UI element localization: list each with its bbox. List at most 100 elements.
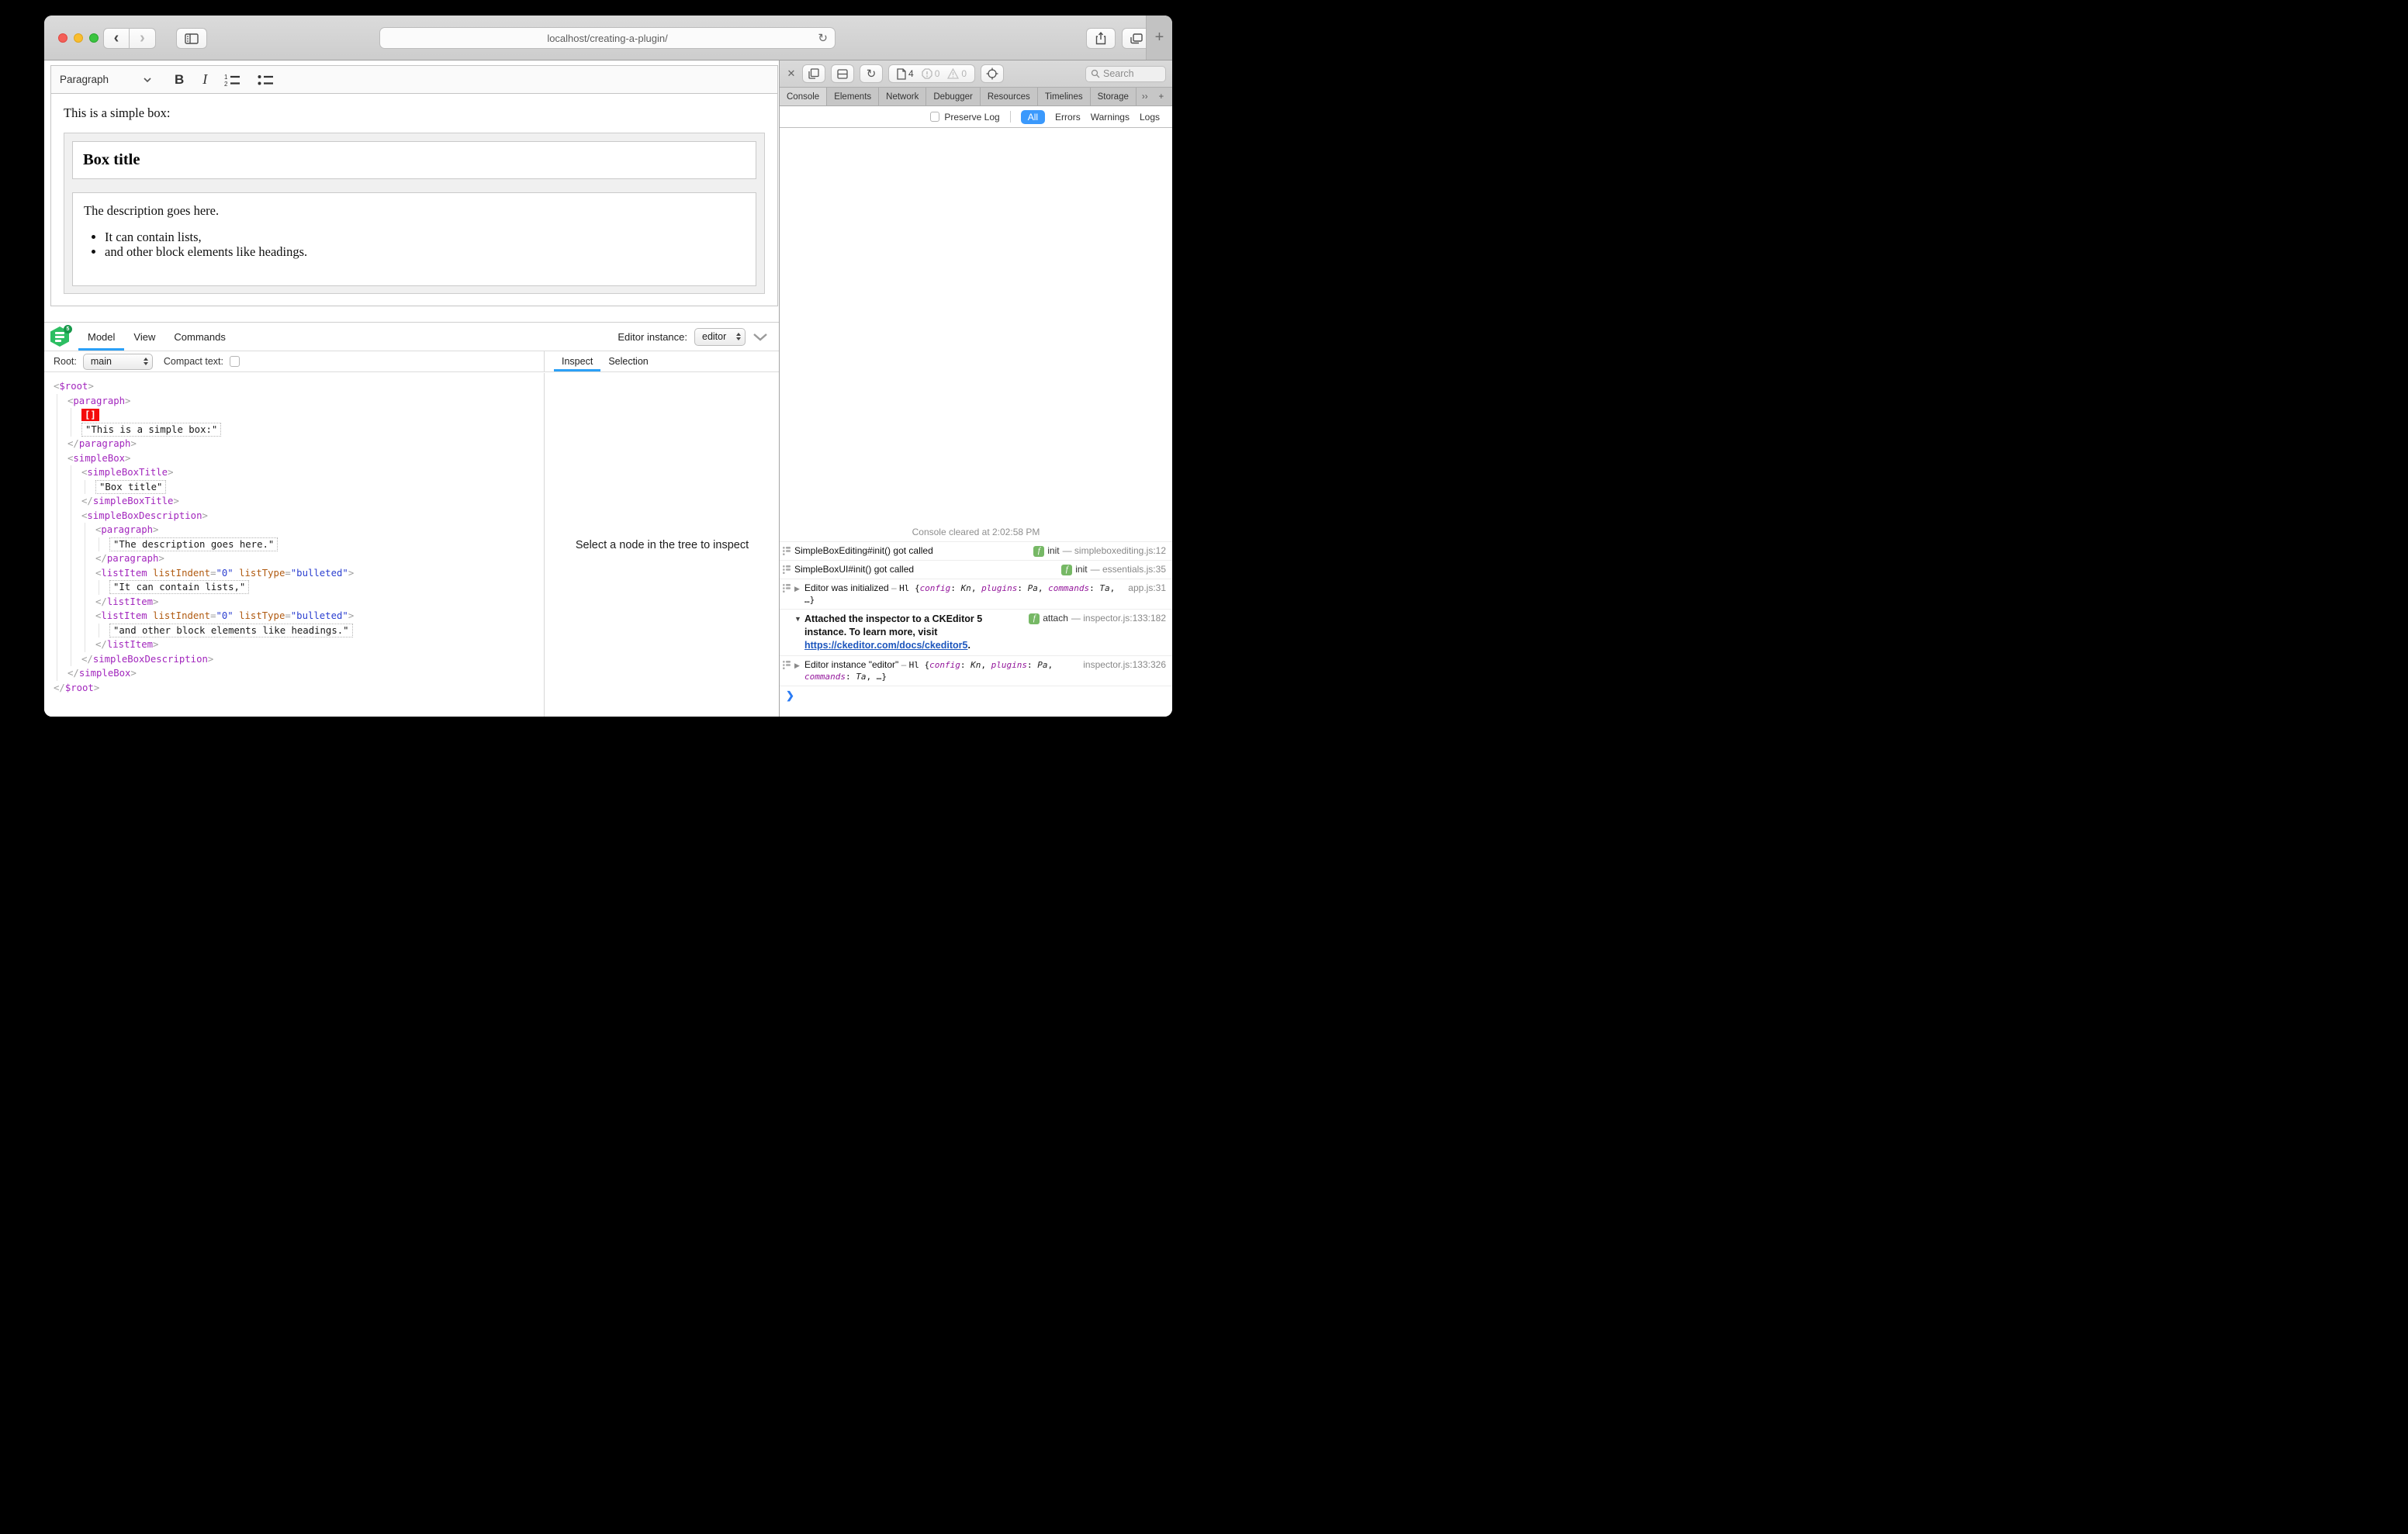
- forward-button[interactable]: ›: [130, 28, 156, 49]
- root-select[interactable]: main: [82, 353, 153, 370]
- tree-node-listItem[interactable]: </listItem>: [44, 594, 544, 609]
- devtools-search-field[interactable]: Search: [1085, 65, 1166, 82]
- close-devtools-button[interactable]: ✕: [786, 67, 797, 80]
- address-bar[interactable]: localhost/creating-a-plugin/ ↻: [379, 27, 836, 49]
- filter-level-errors[interactable]: Errors: [1055, 112, 1081, 123]
- reload-icon[interactable]: ↻: [818, 31, 828, 45]
- filter-level-all[interactable]: All: [1020, 109, 1046, 124]
- devtools-tab-console[interactable]: Console: [780, 88, 828, 105]
- console-log-row[interactable]: ▼ Attached the inspector to a CKEditor 5 …: [780, 609, 1172, 655]
- share-button[interactable]: [1086, 28, 1116, 49]
- tree-node-paragraph[interactable]: <paragraph>: [44, 523, 544, 537]
- console-log-row[interactable]: ▶ Editor was initialized – Hl {config: Kn…: [780, 579, 1172, 609]
- filter-level-warnings[interactable]: Warnings: [1091, 112, 1130, 123]
- tree-node-paragraph[interactable]: </paragraph>: [44, 551, 544, 566]
- intro-paragraph[interactable]: This is a simple box:: [64, 105, 765, 121]
- pane-tab-selection[interactable]: Selection: [600, 351, 656, 371]
- tree-node-$root[interactable]: <$root>: [44, 379, 544, 394]
- devtools-tab-storage[interactable]: Storage: [1091, 88, 1137, 105]
- devtools-tab-debugger[interactable]: Debugger: [926, 88, 981, 105]
- collapse-inspector-icon[interactable]: [752, 333, 768, 341]
- bold-button[interactable]: B: [175, 72, 184, 88]
- tree-node-simpleBoxDescription[interactable]: <simpleBoxDescription>: [44, 508, 544, 523]
- tree-node-simpleBox[interactable]: <simpleBox>: [44, 451, 544, 465]
- description-paragraph[interactable]: The description goes here.: [84, 203, 745, 219]
- console-log-row[interactable]: ▶ Editor instance "editor" – Hl {config: …: [780, 655, 1172, 686]
- ckeditor-logo-icon: 5: [50, 325, 72, 348]
- tree-node-paragraph[interactable]: <paragraph>: [44, 393, 544, 408]
- dock-bottom-button[interactable]: [831, 64, 854, 83]
- tree-node-simpleBox[interactable]: </simpleBox>: [44, 666, 544, 681]
- editor-content[interactable]: This is a simple box: Box title The desc…: [51, 105, 777, 294]
- list-item[interactable]: and other block elements like headings.: [105, 244, 745, 260]
- paragraph-style-dropdown[interactable]: Paragraph: [60, 74, 151, 85]
- tree-node-text[interactable]: "The description goes here.": [44, 537, 544, 551]
- tree-node-simpleBoxTitle[interactable]: <simpleBoxTitle>: [44, 465, 544, 480]
- filter-level-logs[interactable]: Logs: [1140, 112, 1160, 123]
- back-button[interactable]: ‹: [103, 28, 130, 49]
- tree-node-text[interactable]: "This is a simple box:": [44, 422, 544, 437]
- minimize-window-button[interactable]: [74, 33, 83, 43]
- tree-node-listItem[interactable]: </listItem>: [44, 637, 544, 652]
- tree-node-simpleBoxTitle[interactable]: </simpleBoxTitle>: [44, 494, 544, 509]
- list-item[interactable]: It can contain lists,: [105, 230, 745, 245]
- disclosure-triangle-icon[interactable]: ▼: [794, 613, 804, 625]
- log-source[interactable]: f attach — inspector.js:133:182: [1029, 613, 1166, 624]
- devtools-tab-network[interactable]: Network: [879, 88, 927, 105]
- tree-node-paragraph[interactable]: </paragraph>: [44, 437, 544, 451]
- dock-side-button[interactable]: [802, 64, 825, 83]
- new-tab-button[interactable]: +: [1146, 16, 1172, 60]
- reload-page-button[interactable]: ↻: [860, 64, 883, 83]
- editor-instance-select[interactable]: editor: [694, 327, 746, 346]
- devtools-tab-bar: Console Elements Network Debugger Resources T…: [780, 87, 1172, 106]
- log-message: Attached the inspector to a CKEditor 5 i…: [804, 613, 983, 651]
- simple-box-title[interactable]: Box title: [72, 141, 756, 179]
- simple-box-description[interactable]: The description goes here. It can contai…: [72, 192, 756, 286]
- disclosure-triangle-icon[interactable]: ▶: [794, 582, 804, 595]
- compact-text-checkbox[interactable]: [230, 356, 240, 367]
- preserve-log-checkbox[interactable]: [930, 112, 940, 122]
- log-source[interactable]: inspector.js:133:326: [1083, 659, 1166, 671]
- bulleted-list-button[interactable]: [258, 74, 274, 86]
- tree-node-text[interactable]: "It can contain lists,": [44, 580, 544, 595]
- tree-node-listItem[interactable]: <listItem listIndent="0" listType="bulle…: [44, 565, 544, 580]
- tree-node-$root[interactable]: </$root>: [44, 681, 544, 696]
- console-prompt[interactable]: ❯: [780, 686, 1172, 717]
- italic-button[interactable]: I: [202, 71, 207, 88]
- log-source[interactable]: f init — simpleboxediting.js:12: [1033, 545, 1166, 557]
- console-log-row[interactable]: SimpleBoxUI#init() got called f init — esse…: [780, 560, 1172, 579]
- disclosure-triangle-icon[interactable]: ▶: [794, 659, 804, 672]
- devtools-tab-timelines[interactable]: Timelines: [1038, 88, 1091, 105]
- add-tab-icon[interactable]: +: [1154, 88, 1170, 105]
- log-source[interactable]: f init — essentials.js:35: [1061, 564, 1166, 575]
- close-window-button[interactable]: [58, 33, 67, 43]
- tree-node-text[interactable]: "Box title": [44, 479, 544, 494]
- pane-tab-inspect[interactable]: Inspect: [554, 351, 601, 371]
- sidebar-toggle-button[interactable]: [176, 28, 207, 49]
- more-tabs-icon[interactable]: ››: [1137, 88, 1154, 105]
- simple-box-widget[interactable]: Box title The description goes here. It …: [64, 133, 765, 294]
- zoom-window-button[interactable]: [89, 33, 99, 43]
- inspector-tab-model[interactable]: Model: [78, 323, 125, 351]
- numbered-list-button[interactable]: 12: [224, 74, 240, 86]
- tree-node-selection[interactable]: []: [44, 408, 544, 423]
- function-badge-icon: f: [1033, 545, 1045, 557]
- gear-icon[interactable]: ⚙: [1169, 88, 1172, 105]
- inspector-tab-view[interactable]: View: [124, 323, 164, 351]
- devtools-tab-elements[interactable]: Elements: [827, 88, 880, 105]
- inspect-pane: Select a node in the tree to inspect: [545, 373, 779, 717]
- tree-node-text[interactable]: "and other block elements like headings.…: [44, 623, 544, 637]
- element-picker-button[interactable]: [981, 64, 1005, 83]
- tree-node-simpleBoxDescription[interactable]: </simpleBoxDescription>: [44, 651, 544, 666]
- resource-summary-button[interactable]: 4 0 0: [888, 64, 976, 83]
- preserve-log-label: Preserve Log: [944, 111, 1000, 123]
- log-link[interactable]: https://ckeditor.com/docs/ckeditor5: [804, 640, 967, 651]
- inspector-tab-commands[interactable]: Commands: [164, 323, 234, 351]
- tree-node-listItem[interactable]: <listItem listIndent="0" listType="bulle…: [44, 609, 544, 624]
- description-list[interactable]: It can contain lists,and other block ele…: [84, 230, 745, 259]
- devtools-tab-resources[interactable]: Resources: [981, 88, 1038, 105]
- log-source[interactable]: app.js:31: [1128, 582, 1166, 594]
- svg-text:1: 1: [224, 74, 228, 81]
- model-tree[interactable]: <$root> <paragraph>[] "This is a simple bo…: [44, 373, 545, 717]
- console-log-row[interactable]: SimpleBoxEditing#init() got called f init —…: [780, 541, 1172, 560]
